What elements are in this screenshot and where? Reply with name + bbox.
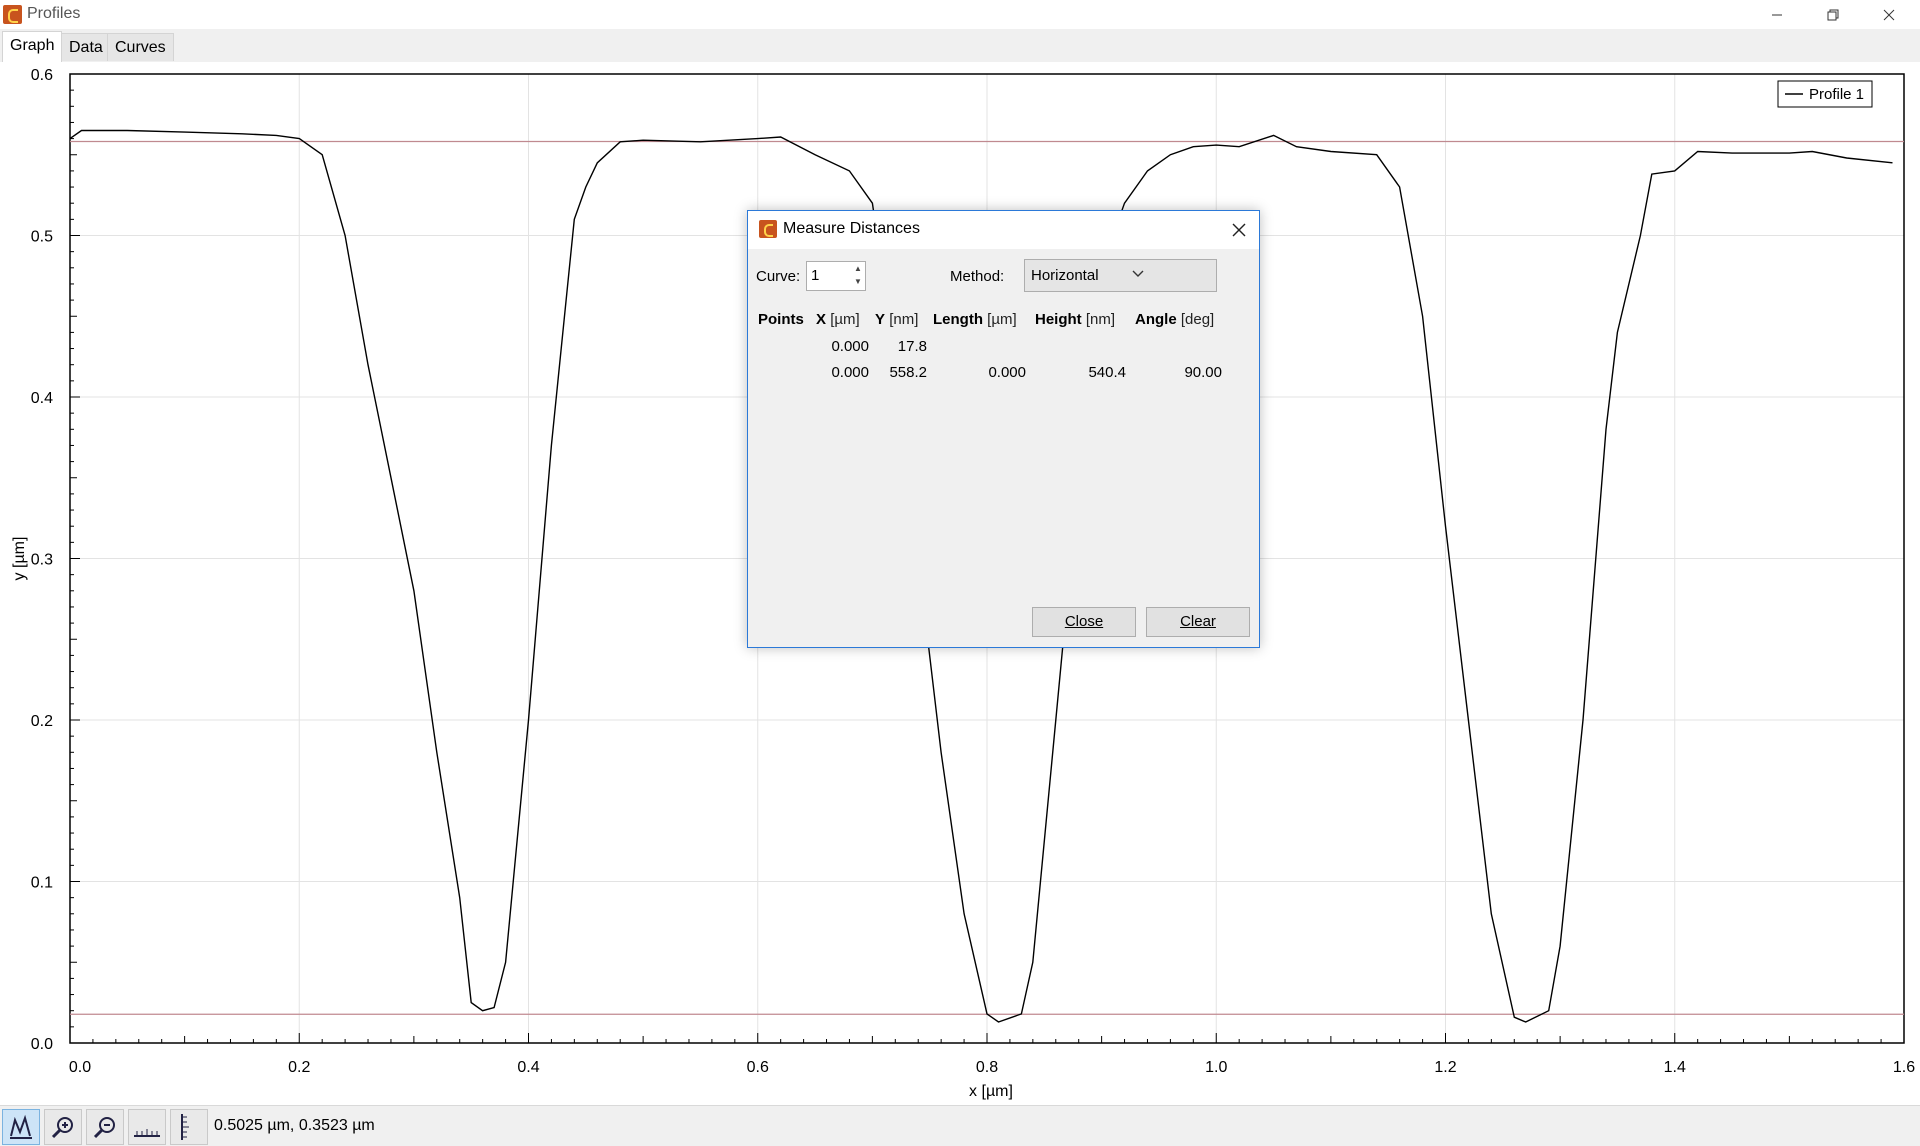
x-tick-label: 1.0	[1205, 1059, 1227, 1076]
dialog-title-bar: Measure Distances	[748, 211, 1259, 249]
zoom-in-tool-button[interactable]	[44, 1109, 82, 1145]
measure-horizontal-tool-button[interactable]	[128, 1109, 166, 1145]
tab-data[interactable]: Data	[61, 33, 111, 61]
app-logo-icon	[759, 220, 777, 238]
row-2-y: 558.2	[889, 364, 927, 381]
curve-label: Curve:	[756, 268, 801, 285]
measure-vertical-tool-button[interactable]	[170, 1109, 208, 1145]
clear-button[interactable]: Clear	[1146, 607, 1250, 637]
minimize-button[interactable]	[1748, 0, 1806, 29]
x-tick-label: 0.8	[976, 1059, 998, 1076]
close-button[interactable]: Close	[1032, 607, 1136, 637]
horizontal-ruler-icon	[134, 1129, 160, 1137]
y-tick-label: 0.4	[31, 390, 53, 407]
header-points: Points	[758, 311, 804, 328]
row-1-x: 0.000	[831, 338, 869, 355]
close-icon	[1232, 223, 1246, 237]
minimize-icon	[1772, 14, 1782, 15]
x-tick-label: 0.6	[747, 1059, 769, 1076]
x-tick-label: 0.4	[517, 1059, 539, 1076]
pointer-tool-button[interactable]	[2, 1109, 40, 1145]
method-label: Method:	[950, 268, 1005, 285]
cursor-coordinates: 0.5025 µm, 0.3523 µm	[214, 1117, 375, 1134]
status-bar: 0.5025 µm, 0.3523 µm	[0, 1105, 1920, 1146]
tab-graph[interactable]: Graph	[2, 31, 63, 62]
close-window-button[interactable]	[1860, 0, 1918, 29]
window-title: Profiles	[27, 5, 81, 22]
method-dropdown[interactable]: Horizontal	[1024, 259, 1217, 292]
header-y: Y [nm]	[875, 311, 919, 328]
x-tick-label: 1.4	[1664, 1059, 1686, 1076]
tab-bar: Graph Data Curves	[0, 29, 1920, 63]
row-1-y: 17.8	[897, 338, 927, 355]
y-axis-label: y [µm]	[11, 537, 28, 581]
graph-pointer-icon	[10, 1114, 32, 1139]
y-tick-label: 0.6	[31, 67, 53, 84]
tab-curves[interactable]: Curves	[107, 33, 174, 61]
close-icon	[1883, 9, 1895, 20]
zoom-out-icon	[93, 1117, 115, 1139]
y-tick-label: 0.0	[31, 1036, 53, 1053]
header-height: Height [nm]	[1035, 311, 1116, 328]
chevron-down-icon	[1132, 270, 1144, 277]
x-axis-label: x [µm]	[969, 1083, 1013, 1100]
x-tick-label: 0.2	[288, 1059, 310, 1076]
y-tick-label: 0.5	[31, 229, 53, 246]
header-angle: Angle [deg]	[1135, 311, 1215, 328]
vertical-ruler-icon	[181, 1114, 189, 1140]
title-bar: Profiles	[0, 0, 1920, 29]
curve-value: 1	[811, 267, 820, 284]
zoom-out-tool-button[interactable]	[86, 1109, 124, 1145]
measure-distances-dialog: Measure Distances Curve: 1 ▲ ▼ Method: Ho…	[747, 210, 1260, 648]
legend-entry: Profile 1	[1809, 86, 1864, 103]
spin-arrows-icon[interactable]: ▲ ▼	[851, 262, 865, 290]
x-tick-label: 1.6	[1893, 1059, 1915, 1076]
restore-button[interactable]	[1804, 0, 1862, 29]
row-2-height: 540.4	[1088, 364, 1126, 381]
curve-spinbox[interactable]: 1 ▲ ▼	[806, 261, 866, 291]
dialog-close-button[interactable]	[1227, 218, 1251, 242]
header-length: Length [µm]	[933, 311, 1017, 328]
y-tick-label: 0.2	[31, 713, 53, 730]
y-tick-label: 0.1	[31, 875, 53, 892]
header-x: X [µm]	[816, 311, 860, 328]
app-logo-icon	[3, 5, 22, 24]
row-2-x: 0.000	[831, 364, 869, 381]
y-tick-label: 0.3	[31, 552, 53, 569]
method-value: Horizontal	[1031, 267, 1099, 284]
row-2-length: 0.000	[988, 364, 1026, 381]
x-tick-label: 0.0	[69, 1059, 91, 1076]
x-tick-label: 1.2	[1434, 1059, 1456, 1076]
zoom-in-icon	[51, 1117, 73, 1139]
dialog-title: Measure Distances	[783, 220, 920, 237]
restore-icon	[1827, 9, 1839, 20]
row-2-angle: 90.00	[1184, 364, 1222, 381]
